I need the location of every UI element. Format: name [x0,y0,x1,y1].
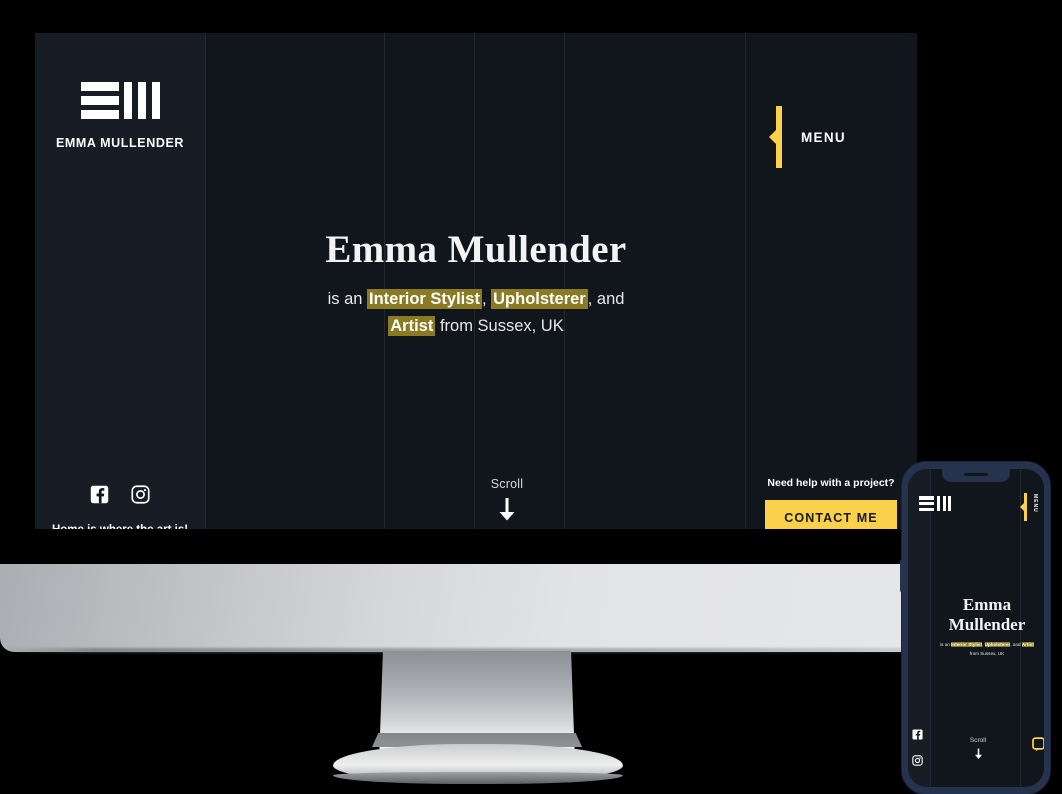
tagline-text: Home is where the art is! [35,524,205,529]
mobile-instagram-icon[interactable] [912,753,923,771]
imac-monitor-mockup: EMMA MULLENDER MENU Emma Mullender is an… [0,0,950,794]
contact-me-button[interactable]: CONTACT ME [765,500,897,529]
social-links-block: Home is where the art is! [35,485,205,529]
contact-block: Need help with a project? CONTACT ME [745,477,917,529]
instagram-icon[interactable] [131,485,150,509]
mobile-role-interior-stylist: Interior Stylist [951,642,982,648]
mobile-social-links [912,727,923,771]
social-row [35,485,205,509]
role-upholsterer: Upholsterer [491,288,588,309]
mobile-role-artist: Artist [1021,642,1034,648]
mobile-scroll-label: Scroll [969,737,987,744]
menu-toggle[interactable]: MENU [745,106,846,168]
logo-e-bars [80,82,119,119]
mobile-hero-section: Emma Mullender is an Interior Stylist, U… [930,595,1044,658]
menu-label: MENU [801,129,846,145]
phone-speaker [964,473,988,476]
hero-comma: , [481,289,492,308]
mobile-hero-and: , and [1010,642,1021,648]
mobile-contact-chat-button[interactable] [1032,737,1044,757]
mobile-menu-label: MENU [1032,494,1038,513]
arrow-down-icon [496,498,518,527]
scroll-label: Scroll [490,477,524,491]
mobile-screen: MENU Emma Mullender is an Interior Styli… [908,469,1044,787]
phone-side-button [900,560,903,592]
smartphone-mockup: MENU Emma Mullender is an Interior Styli… [900,462,1050,794]
mobile-menu-toggle[interactable]: MENU [1020,493,1038,521]
mobile-arrow-down-icon [973,747,984,765]
brand-logo-block[interactable]: EMMA MULLENDER [35,78,205,150]
role-artist: Artist [388,315,436,336]
hero-prefix: is an [327,289,367,308]
brand-name-label: EMMA MULLENDER [55,135,185,150]
hero-and: , and [587,289,625,308]
page-title: Emma Mullender [325,228,627,271]
mobile-arrow-left-icon [1020,493,1027,521]
mobile-page-title: Emma Mullender [948,595,1026,634]
facebook-icon[interactable] [90,485,109,509]
mobile-logo-e-bars [919,496,934,511]
mobile-logo-m-bars [937,496,951,511]
desktop-screen: EMMA MULLENDER MENU Emma Mullender is an… [35,33,917,529]
hero-location: from Sussex, UK [435,316,564,335]
emma-mullender-logo-icon [80,79,160,123]
mobile-hero-subtitle: is an Interior Stylist, Upholsterer, and… [930,640,1044,658]
mobile-facebook-icon[interactable] [912,727,923,745]
hero-subtitle: is an Interior Stylist, Upholsterer, and… [311,286,641,340]
mobile-hero-prefix: is an [940,642,952,648]
mobile-hero-location: from Sussex, UK [969,651,1005,657]
arrow-left-icon [769,106,782,168]
role-interior-stylist: Interior Stylist [367,288,482,309]
monitor-chin [0,564,950,652]
mobile-brand-logo[interactable] [919,496,951,511]
mobile-scroll-indicator[interactable]: Scroll [954,737,1002,765]
contact-note: Need help with a project? [767,477,895,489]
hero-section: Emma Mullender is an Interior Stylist, U… [35,228,917,340]
monitor-stand-base-edge [333,772,623,784]
scroll-indicator[interactable]: Scroll [474,477,540,527]
logo-m-bars [123,82,160,119]
mobile-role-upholsterer: Upholsterer [984,642,1011,648]
